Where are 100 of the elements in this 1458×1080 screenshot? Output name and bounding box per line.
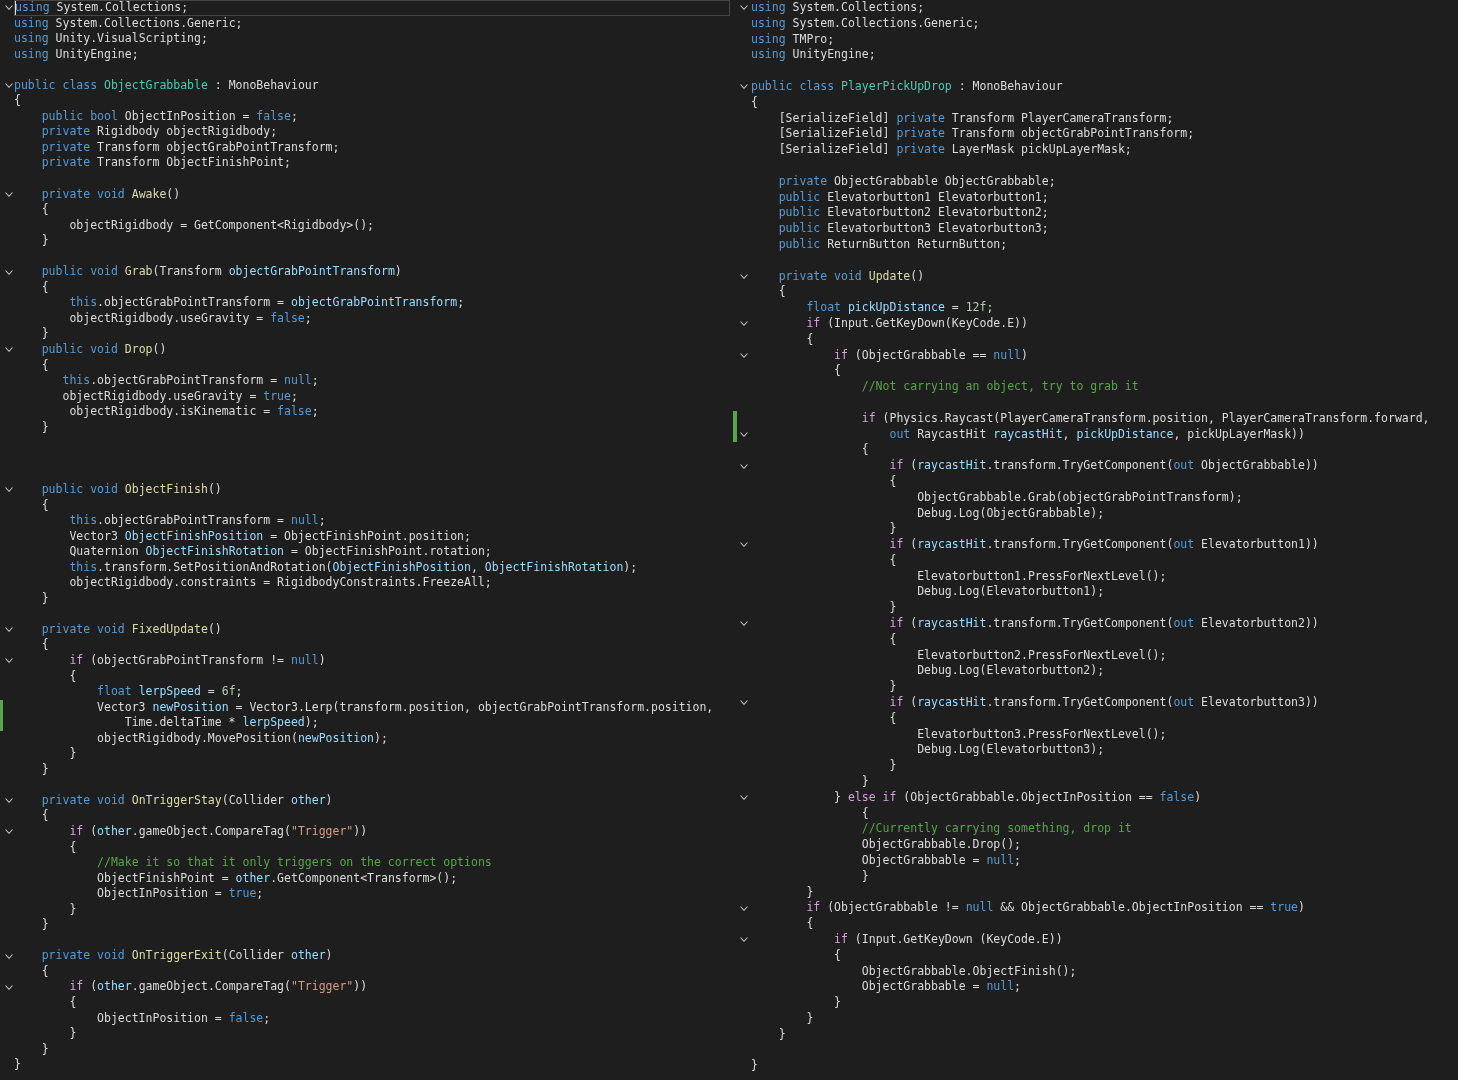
chevron-down-icon[interactable] [740,321,748,327]
chevron-down-icon[interactable] [4,191,13,197]
code-line: { [889,710,897,727]
chevron-down-icon[interactable] [740,5,748,11]
code-line: } [889,758,897,775]
chevron-down-icon[interactable] [740,542,748,548]
code-line: { [861,805,869,822]
code-line: { [889,473,897,490]
chevron-down-icon[interactable] [4,5,13,11]
code-line: private void OnTriggerExit(Collider other) [41,948,333,964]
code-line: if (raycastHit.transform.TryGetComponent(out ObjectGrabbable)) [889,458,1319,474]
code-line: { [861,442,869,459]
chevron-down-icon[interactable] [4,347,13,353]
chevron-down-icon[interactable] [740,905,748,911]
code-line: { [834,363,841,380]
code-line: ObjectFinishPoint = other.GetComponent<Transform>(); [97,870,458,887]
code-line: } [69,901,77,918]
code-line: float pickUpDistance = 12f; [806,300,994,316]
code-line: } [41,1041,49,1058]
code-line: private ObjectGrabbable ObjectGrabbable; [778,173,1056,190]
code-line: } [41,419,49,436]
code-line: float lerpSpeed = 6f; [97,684,243,700]
code-line: this.objectGrabPointTransform = null; [69,513,326,529]
chevron-down-icon[interactable] [740,700,748,706]
code-line: public Elevatorbutton1 Elevatorbutton1; [778,189,1049,206]
code-line: { [889,631,897,648]
code-line: { [41,963,49,980]
code-line: { [41,202,49,218]
code-line: ObjectGrabbable.Grab(objectGrabPointTransform); [917,489,1243,506]
chevron-down-icon[interactable] [4,953,13,959]
code-line: if (Physics.Raycast(PlayerCameraTransform.position, PlayerCameraTransform.forward, [861,410,1430,427]
code-line: using System.Collections.Generic; [751,15,980,32]
code-line: } [861,868,869,885]
chevron-down-icon[interactable] [740,937,748,943]
chevron-down-icon[interactable] [740,273,748,279]
code-line: } else if (ObjectGrabbable.ObjectInPosition == false) [834,789,1202,806]
code-line: Vector3 newPosition = Vector3.Lerp(transform.position, objectGrabPointTransform.position, [97,699,714,716]
chevron-down-icon[interactable] [740,84,748,90]
code-line: if (Input.GetKeyDown(KeyCode.E)) [806,315,1028,332]
chevron-down-icon[interactable] [4,658,13,664]
chevron-down-icon[interactable] [4,829,13,835]
chevron-down-icon[interactable] [4,269,13,275]
code-line: public Elevatorbutton2 Elevatorbutton2; [778,205,1049,222]
code-line: } [41,590,49,607]
code-line: using UnityEngine; [751,47,876,64]
code-line: objectRigidbody.useGravity = true; [62,388,298,405]
code-line: ObjectGrabbable.ObjectFinish(); [861,963,1077,980]
code-line: if (raycastHit.transform.TryGetComponent(out Elevatorbutton2)) [889,616,1319,632]
chevron-down-icon[interactable] [740,352,748,358]
code-line: { [14,93,21,109]
code-line: { [41,808,49,824]
code-line: Debug.Log(ObjectGrabbable); [917,505,1105,522]
code-line: { [806,916,814,932]
code-line: objectRigidbody.MovePosition(newPosition); [97,730,388,747]
chevron-down-icon[interactable] [740,621,748,627]
code-line: Elevatorbutton3.PressForNextLevel(); [917,726,1167,743]
code-line: using System.Collections; [15,0,189,16]
code-line: if (ObjectGrabbable != null && ObjectGrabbable.ObjectInPosition == true) [806,900,1305,917]
chevron-down-icon[interactable] [740,431,748,437]
code-line: objectRigidbody.constraints = RigidbodyConstraints.FreezeAll; [69,575,492,591]
code-line: { [806,331,814,348]
code-line: Quaternion ObjectFinishRotation = ObjectFinishPoint.rotation; [69,544,492,560]
code-line: Debug.Log(Elevatorbutton1); [917,584,1105,601]
code-line: out RaycastHit raycastHit, pickUpDistance, pickUpLayerMask)) [889,426,1305,443]
code-line: public Elevatorbutton3 Elevatorbutton3; [778,221,1049,237]
code-line: public void Drop() [41,342,167,358]
code-line: } [41,761,49,778]
code-line: public void ObjectFinish() [41,481,222,498]
chevron-down-icon[interactable] [4,984,13,990]
code-line: private void FixedUpdate() [41,621,222,638]
code-line: private Transform objectGrabPointTransform; [41,139,340,156]
code-line: { [889,552,897,569]
code-line: } [69,1026,77,1042]
chevron-down-icon[interactable] [740,795,748,801]
code-line: } [806,1011,814,1027]
code-line: { [41,357,49,374]
chevron-down-icon[interactable] [4,627,13,633]
code-line: using System.Collections; [751,0,925,16]
code-line: if (ObjectGrabbable == null) [834,347,1028,364]
code-line: [SerializeField] private Transform PlayerCameraTransform; [778,110,1174,127]
code-line: private void Update() [778,268,925,285]
code-line: { [69,839,77,856]
code-line: ObjectGrabbable = null; [861,853,1022,869]
code-line: public ReturnButton ReturnButton; [778,236,1008,253]
code-line: { [834,947,841,964]
code-line: { [751,94,758,111]
chevron-down-icon[interactable] [4,83,13,88]
code-line: [SerializeField] private LayerMask pickUpLayerMask; [778,142,1132,158]
chevron-down-icon[interactable] [4,798,13,804]
code-line: } [806,884,814,901]
code-line: } [751,1058,758,1075]
code-line: ObjectInPosition = false; [97,1010,271,1027]
code-line: } [69,746,77,762]
code-line: this.objectGrabPointTransform = objectGrabPointTransform; [69,295,465,311]
code-line: { [778,284,786,301]
chevron-down-icon[interactable] [740,463,748,469]
chevron-down-icon[interactable] [4,487,13,493]
code-line: { [69,668,77,685]
code-line: objectRigidbody.useGravity = false; [69,310,312,327]
code-line: } [834,995,841,1011]
